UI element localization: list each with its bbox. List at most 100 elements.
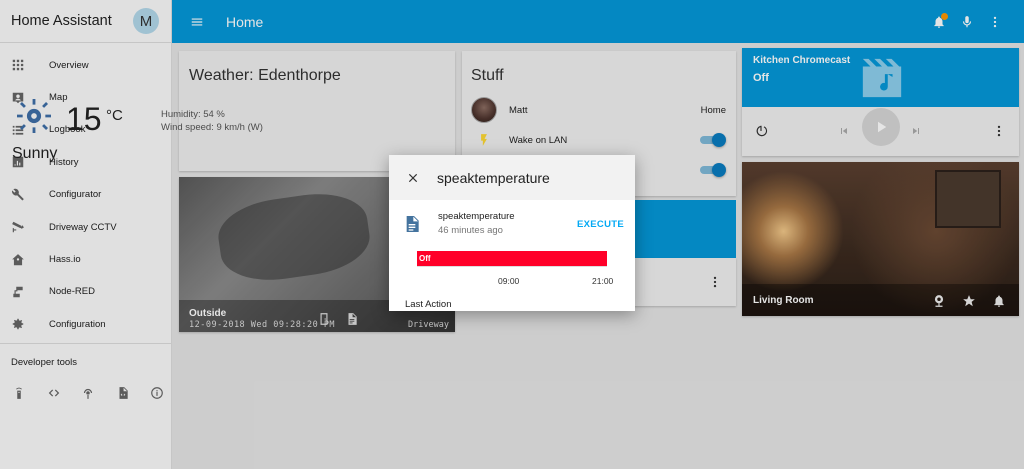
camera-name: Outside <box>189 308 227 319</box>
app-title: Home Assistant <box>11 13 112 29</box>
file-document-icon[interactable] <box>345 312 359 326</box>
camera-actions <box>317 312 373 326</box>
sidebar-item-label: Driveway CCTV <box>49 221 117 233</box>
more-info-dialog: speaktemperature speaktemperature 46 min… <box>389 155 635 311</box>
page-title: Home <box>226 13 264 30</box>
person-avatar <box>471 97 497 123</box>
developer-tools-title: Developer tools <box>11 357 78 368</box>
weather-temperature: 15 <box>66 101 102 137</box>
entity-row-wake-on-lan[interactable]: Wake on LAN <box>471 127 726 153</box>
history-timeline-bar[interactable]: Off <box>417 251 607 266</box>
media-card-kitchen-chromecast: Kitchen Chromecast Off <box>742 48 1019 156</box>
bell-icon[interactable] <box>932 12 948 29</box>
entity-name: Matt <box>509 104 528 116</box>
sidebar-item-label: Configuration <box>49 318 106 330</box>
dialog-title: speaktemperature <box>437 169 550 186</box>
attribute-label: Last Action <box>405 299 452 310</box>
power-icon <box>756 125 768 137</box>
home-assistant-icon <box>11 253 25 267</box>
sidebar-item-label: Map <box>49 92 68 104</box>
timeline-tick: 21:00 <box>592 276 614 286</box>
notification-badge <box>941 12 948 20</box>
camera-image-detail <box>935 170 1001 228</box>
next-track-button[interactable] <box>910 116 922 146</box>
media-player-name: Kitchen Chromecast <box>753 55 851 66</box>
sidebar-item-configuration[interactable]: Configuration <box>0 308 171 340</box>
timeline-state-label: Off <box>419 254 431 263</box>
weather-wind: Wind speed: 9 km/h (W) <box>161 122 263 133</box>
entity-state: Home <box>700 104 726 116</box>
toggle-knob <box>712 133 726 147</box>
entity-name: Wake on LAN <box>509 134 568 146</box>
sidebar-item-node-red[interactable]: Node-RED <box>0 276 171 308</box>
remote-icon[interactable] <box>12 386 26 400</box>
skip-next-icon <box>913 128 919 134</box>
entity-name: speaktemperature <box>438 211 515 222</box>
toolbar-actions <box>918 12 1002 29</box>
entity-row-matt[interactable]: Matt Home <box>471 97 726 123</box>
camera-card-living-room[interactable]: Living Room <box>742 162 1019 316</box>
skip-previous-icon <box>841 128 847 134</box>
sidebar-item-overview[interactable]: Overview <box>0 49 171 81</box>
weather-unit: °C <box>106 107 123 124</box>
sidebar-item-driveway-cctv[interactable]: Driveway CCTV <box>0 211 171 243</box>
camera-name: Living Room <box>753 295 814 306</box>
microphone-icon[interactable] <box>960 15 974 29</box>
bell-icon[interactable] <box>992 294 1006 308</box>
developer-tools-icons <box>0 386 171 400</box>
weather-condition: Sunny <box>12 145 58 162</box>
more-vert-icon <box>997 125 1001 137</box>
sidebar-item-label: Configurator <box>49 189 102 201</box>
broadcast-icon[interactable] <box>81 386 95 400</box>
more-vert-icon[interactable] <box>708 275 722 289</box>
menu-icon[interactable] <box>190 15 204 29</box>
flash-icon <box>471 127 497 153</box>
sidebar-item-label: Overview <box>49 59 89 71</box>
timeline-tick: 09:00 <box>498 276 520 286</box>
previous-track-button[interactable] <box>838 116 850 146</box>
sidebar: Home Assistant M Overview Map Logbook Hi… <box>0 0 172 469</box>
info-icon[interactable] <box>150 386 164 400</box>
wrench-icon <box>11 188 25 202</box>
sidebar-item-label: Node-RED <box>49 286 95 298</box>
developer-tools: Developer tools <box>0 343 171 400</box>
wake-on-lan-toggle[interactable] <box>700 133 726 147</box>
play-circle <box>862 108 900 146</box>
weather-humidity: Humidity: 54 % <box>161 109 225 120</box>
webcam-icon[interactable] <box>932 294 946 308</box>
star-circle-icon[interactable] <box>962 294 976 308</box>
stuff-title: Stuff <box>471 67 504 84</box>
sitemap-icon <box>11 285 25 299</box>
timeline-axis <box>417 266 607 267</box>
camera-actions <box>916 294 1006 308</box>
camera-source: Driveway <box>408 320 449 330</box>
sidebar-item-configurator[interactable]: Configurator <box>0 179 171 211</box>
play-icon <box>878 121 887 133</box>
grid-icon <box>11 58 25 72</box>
file-code-icon[interactable] <box>116 386 130 400</box>
file-document-icon <box>405 216 419 232</box>
toggle-knob <box>712 163 726 177</box>
last-changed: 46 minutes ago <box>438 225 503 236</box>
person-avatar-slot <box>471 97 497 123</box>
media-menu-button[interactable] <box>992 116 1006 146</box>
sidebar-item-hassio[interactable]: Hass.io <box>0 243 171 275</box>
switch-toggle[interactable] <box>700 163 726 177</box>
top-app-bar: Home <box>172 0 1024 43</box>
execute-button[interactable]: EXECUTE <box>577 219 624 230</box>
weather-sunny-icon <box>17 99 51 133</box>
weather-title: Weather: Edenthorpe <box>189 67 341 84</box>
power-button[interactable] <box>754 116 768 146</box>
script-entity-row: speaktemperature 46 minutes ago EXECUTE <box>405 211 624 241</box>
media-card-banner[interactable]: Kitchen Chromecast Off <box>742 48 1019 107</box>
play-button[interactable] <box>862 108 900 146</box>
sidebar-header: Home Assistant M <box>0 0 171 43</box>
close-icon[interactable] <box>406 171 420 185</box>
code-icon[interactable] <box>47 386 61 400</box>
camera-timestamp: 12-09-2018 Wed 09:28:20 PM <box>189 320 336 330</box>
door-icon[interactable] <box>317 312 331 326</box>
music-video-icon <box>859 58 905 98</box>
sidebar-nav: Overview Map Logbook History Configurato… <box>0 43 171 341</box>
avatar[interactable]: M <box>133 8 159 34</box>
more-vert-icon[interactable] <box>988 15 1002 29</box>
